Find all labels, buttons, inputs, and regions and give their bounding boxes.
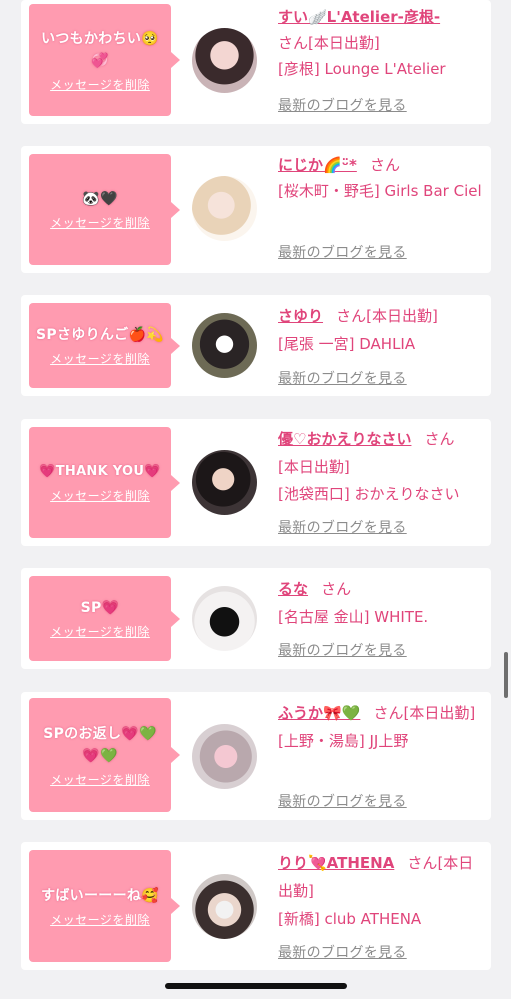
shift-status: [本日出勤]	[403, 704, 476, 722]
delete-message-link[interactable]: メッセージを削除	[50, 76, 150, 93]
message-text: SPのお返し💗💚💗💚	[43, 725, 157, 764]
latest-blog-link[interactable]: 最新のブログを見る	[278, 942, 407, 962]
shift-status: [本日出勤]	[278, 458, 350, 476]
message-bubble: SPさゆりんご🍎💫 メッセージを削除	[29, 303, 180, 388]
message-card: SPのお返し💗💚💗💚 メッセージを削除 ふうか🎀💚 さん[本日出勤] [上野・湯…	[21, 692, 491, 820]
message-bubble: すばいーーーね🥰 メッセージを削除	[29, 850, 180, 962]
message-card: 🐼🖤 メッセージを削除 にじか🌈ᵕ̈* さん [桜木町・野毛] Girls Ba…	[21, 146, 491, 273]
scrollbar[interactable]	[504, 652, 508, 698]
area-shop: [名古屋 金山] WHITE.	[278, 608, 429, 626]
message-card: いつもかわちい🥺💞 メッセージを削除 すい🪽L'Atelier-彦根- さん[本…	[21, 0, 491, 124]
delete-message-link[interactable]: メッセージを削除	[50, 487, 150, 504]
honorific: さん	[424, 430, 455, 448]
area-shop: [尾張 一宮] DAHLIA	[278, 335, 416, 353]
area-shop: [彦根] Lounge L'Atelier	[278, 60, 446, 78]
message-text: 🐼🖤	[82, 191, 118, 207]
message-bubble: SP💗 メッセージを削除	[29, 576, 180, 661]
avatar[interactable]	[192, 874, 257, 939]
message-bubble: いつもかわちい🥺💞 メッセージを削除	[29, 4, 180, 116]
avatar[interactable]	[192, 724, 257, 789]
honorific: さん	[369, 156, 400, 174]
honorific: さん	[321, 580, 352, 598]
message-card: すばいーーーね🥰 メッセージを削除 りり💘ATHENA さん[本日出勤] [新橋…	[21, 842, 491, 970]
area-shop: [池袋西口] おかえりなさい	[278, 485, 460, 503]
avatar[interactable]	[192, 28, 257, 93]
avatar[interactable]	[192, 450, 257, 515]
delete-message-link[interactable]: メッセージを削除	[50, 911, 150, 928]
area-shop: [桜木町・野毛] Girls Bar Ciel	[278, 182, 482, 200]
cast-name-link[interactable]: りり💘ATHENA	[278, 854, 394, 872]
latest-blog-link[interactable]: 最新のブログを見る	[278, 640, 407, 660]
latest-blog-link[interactable]: 最新のブログを見る	[278, 95, 407, 115]
message-text: SP💗	[80, 600, 120, 616]
latest-blog-link[interactable]: 最新のブログを見る	[278, 517, 407, 537]
shift-status: [本日出勤]	[366, 307, 438, 325]
honorific: さん	[336, 307, 367, 325]
delete-message-link[interactable]: メッセージを削除	[50, 623, 150, 640]
message-text: すばいーーーね🥰	[41, 887, 159, 904]
avatar[interactable]	[192, 313, 257, 378]
cast-name-link[interactable]: にじか🌈ᵕ̈*	[278, 156, 357, 174]
latest-blog-link[interactable]: 最新のブログを見る	[278, 791, 407, 811]
cast-name-link[interactable]: るな	[278, 580, 308, 598]
delete-message-link[interactable]: メッセージを削除	[50, 214, 150, 231]
message-card: SP💗 メッセージを削除 るな さん [名古屋 金山] WHITE. 最新のブロ…	[21, 568, 491, 669]
cast-name-link[interactable]: すい🪽L'Atelier-彦根-	[278, 8, 440, 26]
avatar[interactable]	[192, 586, 257, 651]
message-bubble: SPのお返し💗💚💗💚 メッセージを削除	[29, 698, 180, 812]
home-indicator[interactable]	[165, 983, 347, 989]
message-bubble: 🐼🖤 メッセージを削除	[29, 154, 180, 265]
message-text: いつもかわちい🥺💞	[41, 30, 159, 69]
latest-blog-link[interactable]: 最新のブログを見る	[278, 368, 407, 388]
message-card: SPさゆりんご🍎💫 メッセージを削除 さゆり さん[本日出勤] [尾張 一宮] …	[21, 295, 491, 396]
area-shop: [新橋] club ATHENA	[278, 910, 422, 928]
avatar[interactable]	[192, 176, 257, 241]
cast-name-link[interactable]: さゆり	[278, 307, 323, 325]
cast-name-link[interactable]: 優♡おかえりなさい	[278, 430, 411, 448]
message-bubble: 💗THANK YOU💗 メッセージを削除	[29, 427, 180, 538]
honorific: さん	[407, 854, 438, 872]
delete-message-link[interactable]: メッセージを削除	[50, 350, 150, 367]
message-text: SPさゆりんご🍎💫	[36, 327, 164, 343]
delete-message-link[interactable]: メッセージを削除	[50, 771, 150, 788]
cast-name-link[interactable]: ふうか🎀💚	[278, 704, 360, 722]
shift-status: [本日出勤]	[308, 34, 380, 52]
area-shop: [上野・湯島] JJ上野	[278, 732, 409, 750]
honorific: さん	[278, 34, 309, 52]
message-text: 💗THANK YOU💗	[39, 464, 161, 479]
latest-blog-link[interactable]: 最新のブログを見る	[278, 242, 407, 262]
message-card: 💗THANK YOU💗 メッセージを削除 優♡おかえりなさい さん [本日出勤]…	[21, 419, 491, 546]
honorific: さん	[373, 704, 404, 722]
